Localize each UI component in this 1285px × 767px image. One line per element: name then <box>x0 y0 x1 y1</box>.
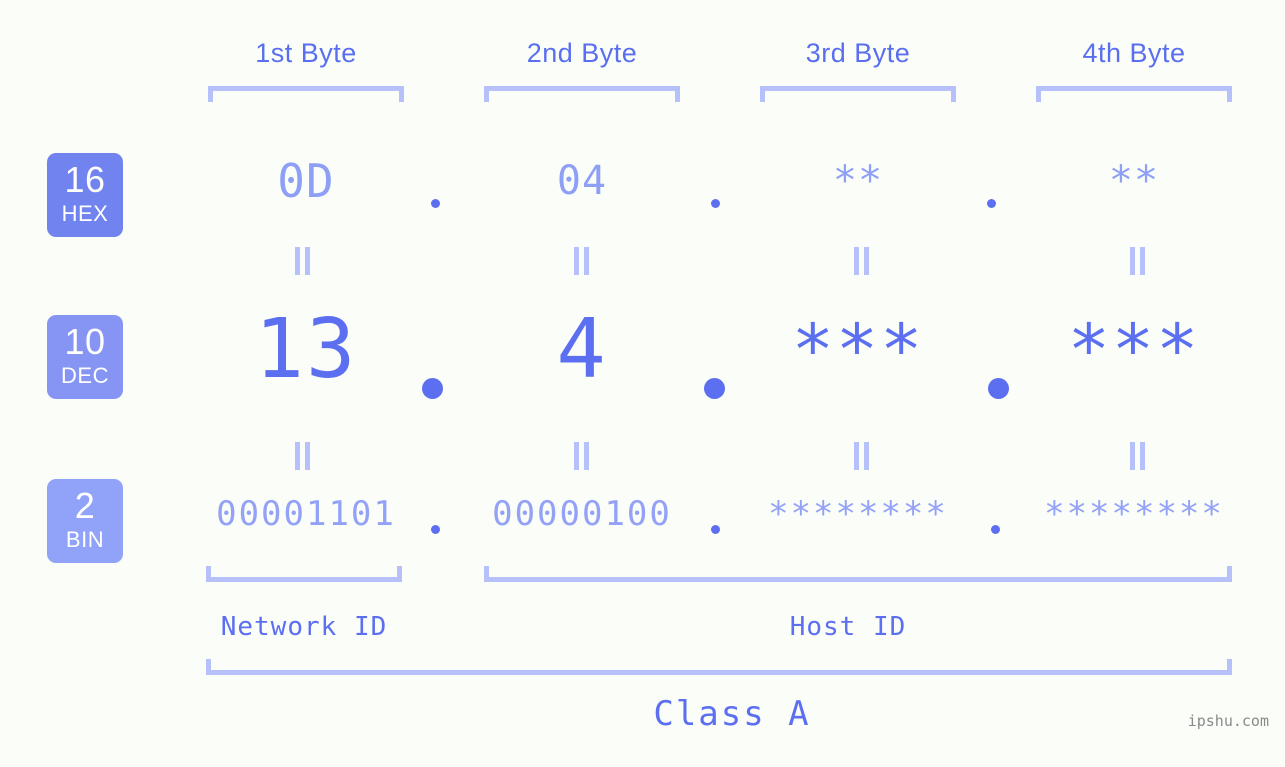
equals-icon-dec-bin-3 <box>850 441 872 471</box>
equals-icon-dec-bin-2 <box>570 441 592 471</box>
bin-byte-3: ******** <box>768 494 948 534</box>
dec-byte-3: *** <box>791 309 925 391</box>
base-badge-bin-name: BIN <box>65 527 105 552</box>
equals-icon-dec-bin-4 <box>1126 441 1148 471</box>
host-id-label: Host ID <box>789 612 907 642</box>
dec-dot-1 <box>422 378 443 399</box>
equals-icon-hex-dec-1 <box>291 246 313 276</box>
equals-icon-hex-dec-3 <box>850 246 872 276</box>
host-id-bracket <box>484 566 1232 582</box>
hex-byte-3: ** <box>832 158 884 204</box>
network-id-bracket <box>206 566 402 582</box>
byte-bracket-top-4 <box>1036 86 1232 102</box>
byte-header-2: 2nd Byte <box>526 38 638 68</box>
hex-dot-3 <box>987 199 996 208</box>
byte-bracket-top-1 <box>208 86 404 102</box>
address-class-bracket <box>206 659 1232 675</box>
byte-header-1: 1st Byte <box>255 38 357 68</box>
byte-bracket-top-3 <box>760 86 956 102</box>
network-id-label: Network ID <box>220 612 388 642</box>
equals-icon-hex-dec-2 <box>570 246 592 276</box>
base-badge-bin-number: 2 <box>74 485 96 526</box>
base-badge-dec-name: DEC <box>61 363 109 388</box>
byte-header-3: 3rd Byte <box>805 38 911 68</box>
dec-dot-3 <box>988 378 1009 399</box>
dec-byte-1: 13 <box>254 302 358 397</box>
base-badge-dec[interactable]: 10 DEC <box>47 315 123 399</box>
site-watermark: ipshu.com <box>1187 712 1269 730</box>
hex-dot-1 <box>431 199 440 208</box>
hex-byte-1: 0D <box>277 154 335 208</box>
base-badge-hex[interactable]: 16 HEX <box>47 153 123 237</box>
address-class-label: Class A <box>653 694 811 734</box>
dec-byte-2: 4 <box>556 302 608 397</box>
dec-dot-2 <box>704 378 725 399</box>
base-badge-bin[interactable]: 2 BIN <box>47 479 123 563</box>
equals-icon-hex-dec-4 <box>1126 246 1148 276</box>
bin-byte-1: 00001101 <box>216 494 396 534</box>
byte-header-4: 4th Byte <box>1082 38 1186 68</box>
base-badge-hex-name: HEX <box>61 201 109 226</box>
base-badge-dec-number: 10 <box>64 321 106 362</box>
byte-bracket-top-2 <box>484 86 680 102</box>
bin-dot-1 <box>431 525 440 534</box>
hex-dot-2 <box>711 199 720 208</box>
ip-byte-breakdown-diagram: 1st Byte 2nd Byte 3rd Byte 4th Byte 16 H… <box>0 0 1285 767</box>
bin-dot-2 <box>711 525 720 534</box>
bin-byte-4: ******** <box>1044 494 1224 534</box>
hex-byte-2: 04 <box>556 158 608 204</box>
hex-byte-4: ** <box>1108 158 1160 204</box>
bin-dot-3 <box>991 525 1000 534</box>
dec-byte-4: *** <box>1067 309 1201 391</box>
base-badge-hex-number: 16 <box>64 159 106 200</box>
equals-icon-dec-bin-1 <box>291 441 313 471</box>
bin-byte-2: 00000100 <box>492 494 672 534</box>
